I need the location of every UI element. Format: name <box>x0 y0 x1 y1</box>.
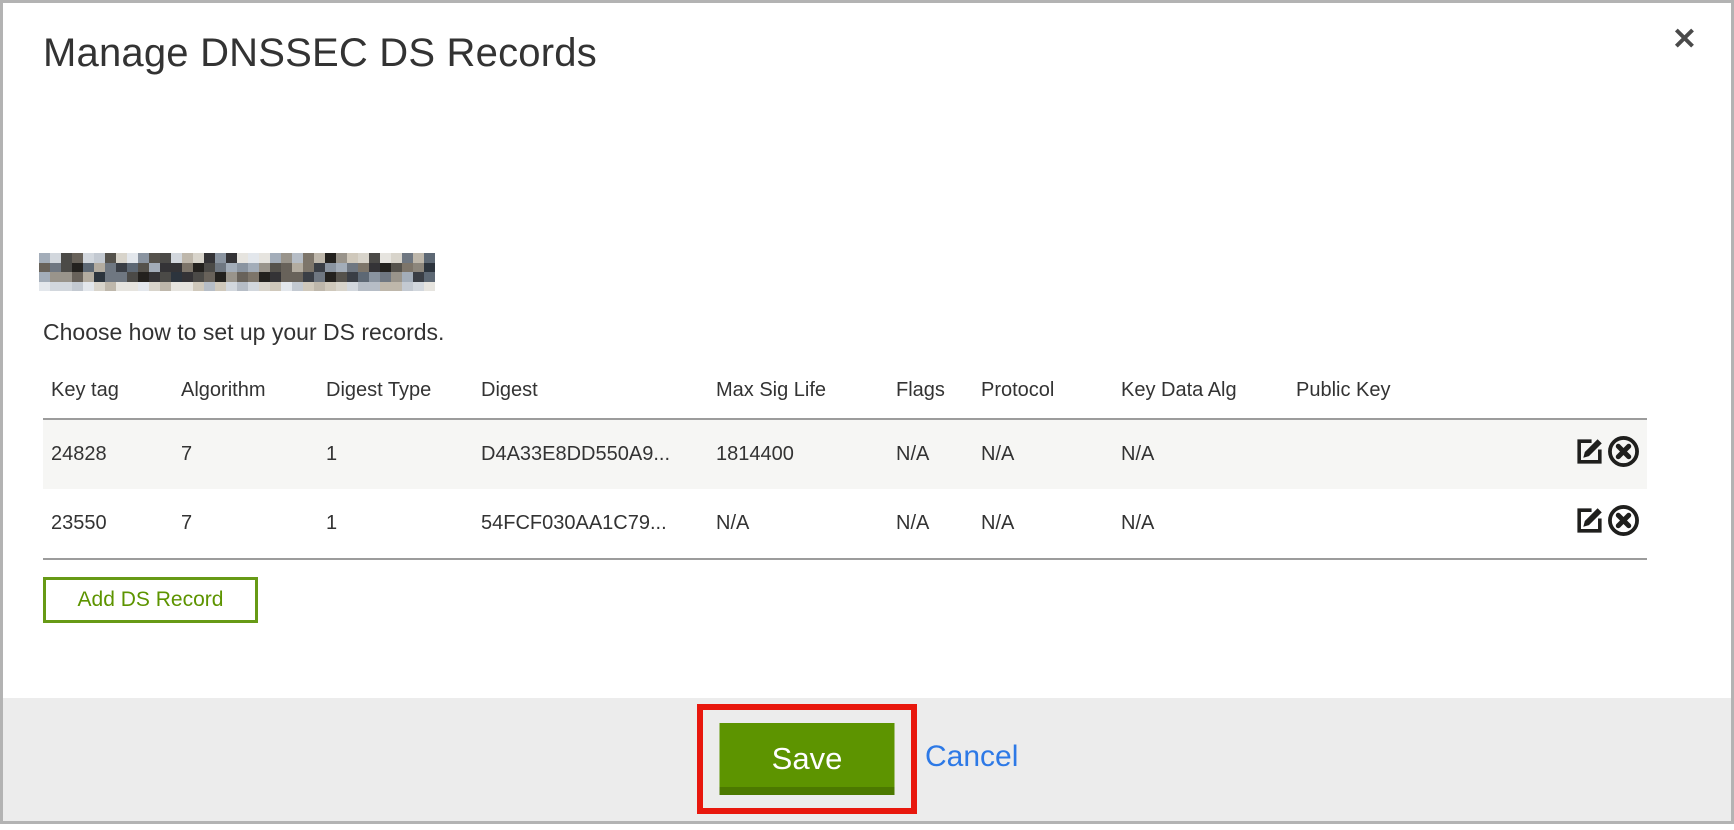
table-cell: 23550 <box>43 489 173 559</box>
table-cell: D4A33E8DD550A9... <box>473 419 708 489</box>
row-actions <box>1448 489 1647 559</box>
table-row: 2482871D4A33E8DD550A9...1814400N/AN/AN/A <box>43 419 1647 489</box>
edit-icon[interactable] <box>1573 504 1606 543</box>
header-cell: Flags <box>888 365 973 419</box>
ds-records-table: Key tagAlgorithmDigest TypeDigestMax Sig… <box>43 365 1647 560</box>
annotation-highlight-box: Save <box>697 704 917 814</box>
header-cell: Digest Type <box>318 365 473 419</box>
table-cell: 7 <box>173 489 318 559</box>
ds-records-table-container: Key tagAlgorithmDigest TypeDigestMax Sig… <box>43 365 1647 560</box>
delete-icon[interactable] <box>1606 434 1641 475</box>
table-cell: 24828 <box>43 419 173 489</box>
table-cell: 54FCF030AA1C79... <box>473 489 708 559</box>
header-cell: Algorithm <box>173 365 318 419</box>
delete-icon[interactable] <box>1606 503 1641 544</box>
table-cell: N/A <box>1113 489 1288 559</box>
table-cell: 7 <box>173 419 318 489</box>
table-cell: 1814400 <box>708 419 888 489</box>
save-button[interactable]: Save <box>720 723 895 795</box>
table-cell: N/A <box>1113 419 1288 489</box>
table-header-row: Key tagAlgorithmDigest TypeDigestMax Sig… <box>43 365 1647 419</box>
table-cell: N/A <box>708 489 888 559</box>
row-actions <box>1448 419 1647 489</box>
dnssec-modal: Manage DNSSEC DS Records ✕ Choose how to… <box>0 0 1734 824</box>
header-cell: Protocol <box>973 365 1113 419</box>
instruction-text: Choose how to set up your DS records. <box>43 319 444 346</box>
table-cell: N/A <box>888 419 973 489</box>
table-cell: 1 <box>318 489 473 559</box>
header-cell: Max Sig Life <box>708 365 888 419</box>
modal-footer: Save Cancel <box>3 698 1731 821</box>
cancel-link[interactable]: Cancel <box>925 740 1018 774</box>
table-cell: 1 <box>318 419 473 489</box>
header-cell: Key Data Alg <box>1113 365 1288 419</box>
table-body: 2482871D4A33E8DD550A9...1814400N/AN/AN/A… <box>43 419 1647 559</box>
table-cell: N/A <box>973 489 1113 559</box>
table-cell <box>1288 419 1448 489</box>
add-ds-record-button[interactable]: Add DS Record <box>43 577 258 623</box>
table-row: 235507154FCF030AA1C79...N/AN/AN/AN/A <box>43 489 1647 559</box>
table-cell: N/A <box>888 489 973 559</box>
header-cell: Public Key <box>1288 365 1448 419</box>
table-cell <box>1288 489 1448 559</box>
domain-name-redacted <box>39 253 435 291</box>
page-title: Manage DNSSEC DS Records <box>43 31 597 76</box>
header-cell: Digest <box>473 365 708 419</box>
edit-icon[interactable] <box>1573 435 1606 474</box>
header-cell: Key tag <box>43 365 173 419</box>
table-cell: N/A <box>973 419 1113 489</box>
close-icon[interactable]: ✕ <box>1672 25 1697 55</box>
